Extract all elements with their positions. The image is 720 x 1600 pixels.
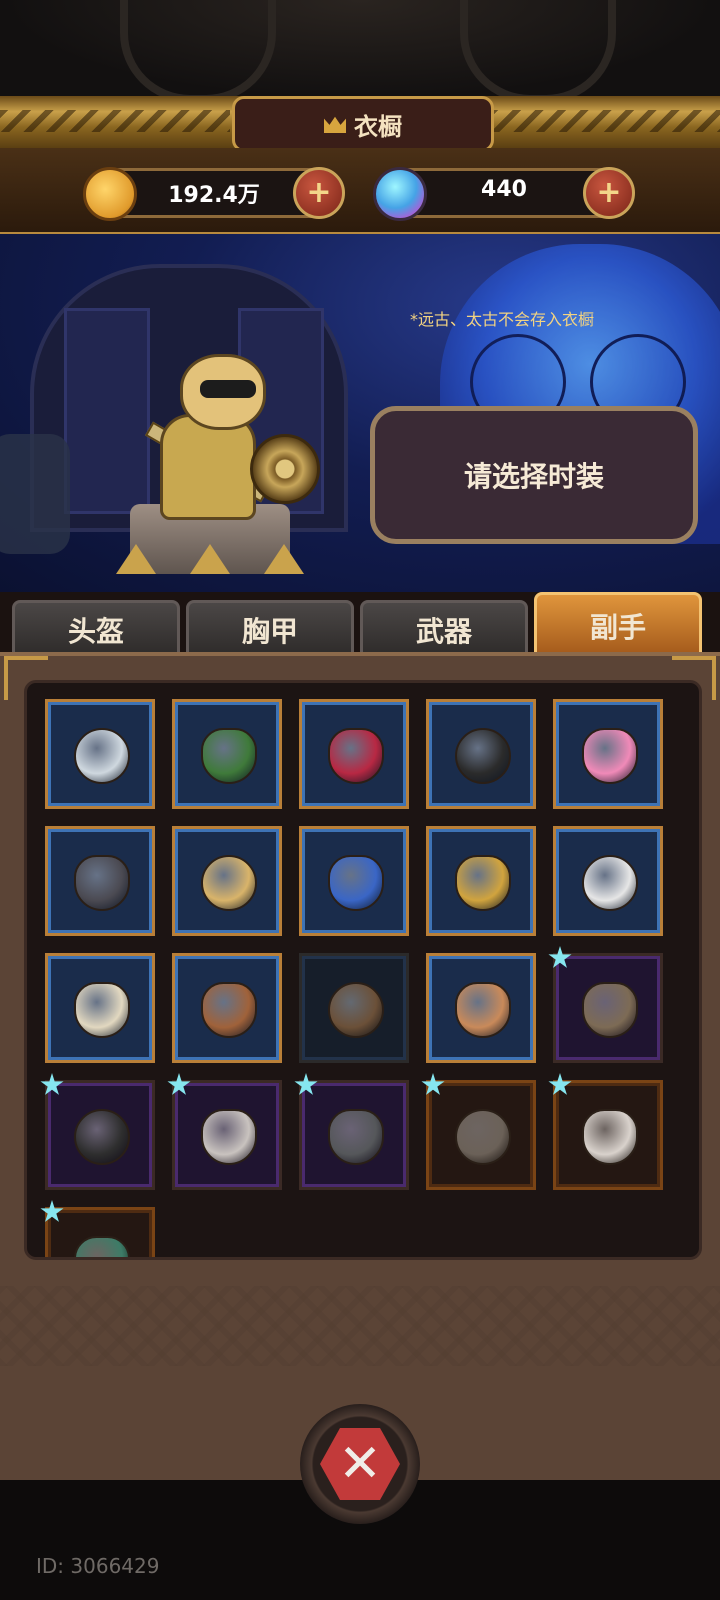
shield-item-icon [74, 1236, 130, 1257]
top-decoration [0, 0, 720, 103]
star-badge-icon [167, 1073, 191, 1095]
item-slot[interactable] [548, 1073, 663, 1190]
item-slot[interactable] [426, 953, 536, 1063]
shield-item-icon [582, 982, 638, 1038]
shield-item-icon [455, 982, 511, 1038]
ornament [460, 0, 616, 103]
item-slot[interactable] [299, 699, 409, 809]
star-badge-icon [40, 1200, 64, 1222]
equipped-shield [250, 434, 320, 504]
add-gold-button[interactable]: + [293, 167, 345, 219]
shield-item-icon [74, 1109, 130, 1165]
item-slot[interactable] [294, 1073, 409, 1190]
item-slot[interactable] [421, 1073, 536, 1190]
close-button[interactable]: ✕ [300, 1404, 420, 1524]
item-slot[interactable] [426, 699, 536, 809]
shield-item-icon [328, 1109, 384, 1165]
gold-counter: 192.4万 + [83, 167, 345, 221]
shield-item-icon [455, 1109, 511, 1165]
gem-icon [373, 167, 427, 221]
player-id: ID: 3066429 [36, 1554, 160, 1578]
item-slot[interactable] [45, 953, 155, 1063]
pedestal-spike [116, 544, 156, 574]
selection-prompt: 请选择时装 [463, 460, 604, 493]
shield-item-icon [582, 728, 638, 784]
currency-bar: 192.4万 + 440 + [0, 148, 720, 235]
panel-pattern [0, 1286, 720, 1366]
band-pattern [0, 110, 230, 132]
item-grid [24, 680, 702, 1260]
shield-item-icon [582, 1109, 638, 1165]
item-slot[interactable] [426, 826, 536, 936]
item-slot[interactable] [548, 946, 663, 1063]
item-slot[interactable] [299, 826, 409, 936]
gem-counter: 440 + [373, 167, 635, 221]
shield-item-icon [74, 855, 130, 911]
character-mask [200, 380, 256, 398]
shield-item-icon [455, 728, 511, 784]
item-slot[interactable] [172, 953, 282, 1063]
item-slot[interactable] [40, 1073, 155, 1190]
shield-item-icon [201, 728, 257, 784]
shield-item-icon [328, 855, 384, 911]
gold-amount: 192.4万 [168, 183, 260, 208]
selection-plate: 请选择时装 [370, 406, 698, 544]
item-slot[interactable] [553, 699, 663, 809]
tab-offhand[interactable]: 副手 [534, 592, 702, 657]
page-title: 衣橱 [354, 112, 402, 141]
add-gems-button[interactable]: + [583, 167, 635, 219]
shield-item-icon [328, 982, 384, 1038]
shield-item-icon [201, 1109, 257, 1165]
character-body [160, 414, 256, 520]
star-badge-icon [294, 1073, 318, 1095]
item-slot[interactable] [172, 826, 282, 936]
shield-item-icon [201, 982, 257, 1038]
crown-icon [324, 116, 346, 133]
gem-amount: 440 [481, 177, 527, 202]
pedestal-spike [190, 544, 230, 574]
item-slot[interactable] [45, 699, 155, 809]
star-badge-icon [548, 946, 572, 968]
item-slot[interactable] [299, 953, 409, 1063]
item-slot[interactable] [40, 1200, 155, 1257]
close-x-icon: ✕ [320, 1428, 400, 1500]
star-badge-icon [548, 1073, 572, 1095]
shield-item-icon [74, 728, 130, 784]
tab-helmet[interactable]: 头盔 [12, 600, 180, 657]
band-pattern [490, 110, 720, 132]
character-preview-scene: *远古、太古不会存入衣橱 请选择时装 [0, 234, 720, 594]
gold-coin-icon [83, 167, 137, 221]
ornament [120, 0, 276, 103]
plus-icon: + [306, 175, 332, 210]
shield-item-icon [328, 728, 384, 784]
title-plate: 衣橱 [232, 96, 494, 152]
wardrobe-notice: *远古、太古不会存入衣橱 [410, 310, 595, 329]
wardrobe-panel [0, 652, 720, 1486]
shield-item-icon [201, 855, 257, 911]
shield-item-icon [74, 982, 130, 1038]
character-model[interactable] [120, 354, 320, 534]
category-tabs: 头盔 胸甲 武器 副手 [0, 592, 720, 657]
item-slot[interactable] [553, 826, 663, 936]
tab-weapon[interactable]: 武器 [360, 600, 528, 657]
plus-icon: + [596, 175, 622, 210]
item-slot[interactable] [172, 699, 282, 809]
tab-chest-armor[interactable]: 胸甲 [186, 600, 354, 657]
pedestal-spike [264, 544, 304, 574]
item-slot[interactable] [167, 1073, 282, 1190]
shield-item-icon [582, 855, 638, 911]
star-badge-icon [40, 1073, 64, 1095]
star-badge-icon [421, 1073, 445, 1095]
armor-stand [0, 434, 70, 554]
shield-item-icon [455, 855, 511, 911]
item-slot[interactable] [45, 826, 155, 936]
